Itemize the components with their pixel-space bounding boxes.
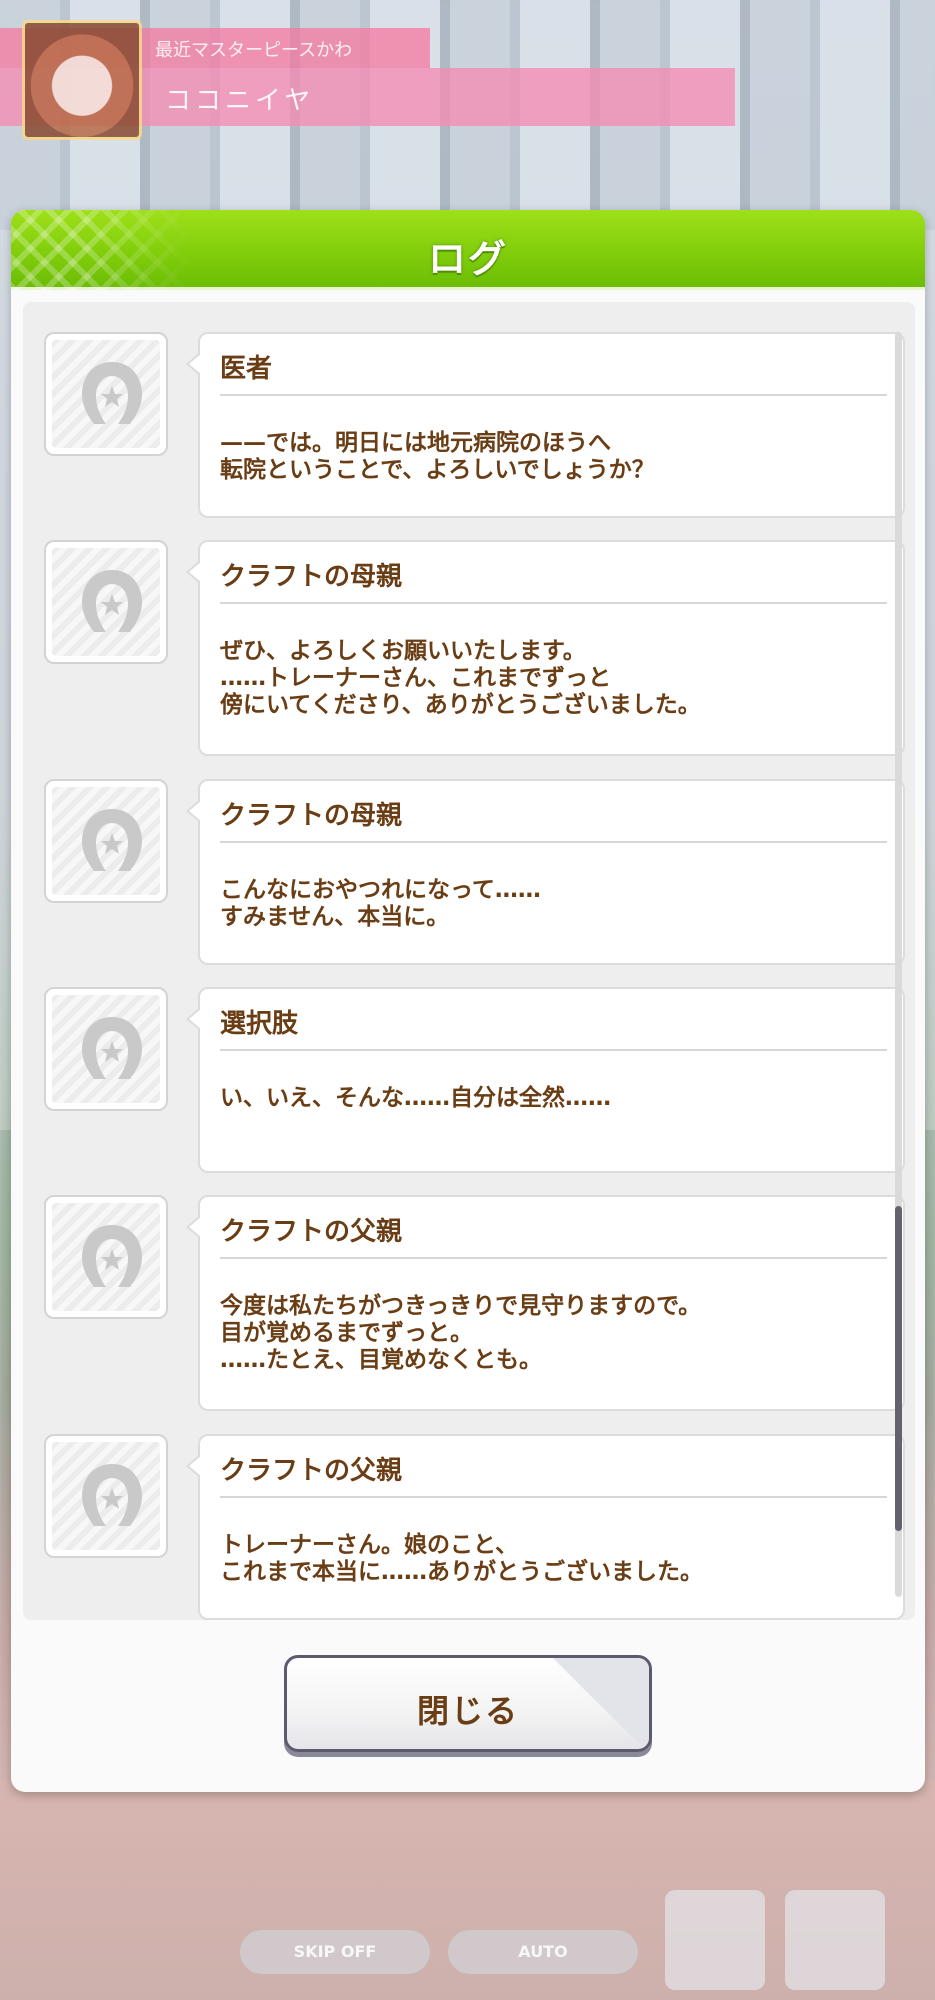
message-text: い、いえ、そんな……自分は全然…… <box>220 1085 611 1111</box>
speaker-name: クラフトの母親 <box>220 801 403 831</box>
banner-subtitle: 最近マスターピースかわ <box>155 40 353 61</box>
message-bubble: クラフトの母親こんなにおやつれになって…… すみません、本当に。 <box>186 779 905 965</box>
speaker-avatar <box>44 987 168 1111</box>
message-bubble: クラフトの母親ぜひ、よろしくお願いいたします。 ……トレーナーさん、これまでずっ… <box>186 540 905 756</box>
speaker-divider <box>220 1257 887 1259</box>
speaker-divider <box>220 1049 887 1051</box>
message-text: ——では。明日には地元病院のほうへ 転院ということで、よろしいでしょうか？ <box>220 430 655 483</box>
close-button[interactable]: 閉じる <box>284 1655 652 1752</box>
avatar-background <box>52 1442 160 1550</box>
log-entry: 選択肢い、いえ、そんな……自分は全然…… <box>23 987 905 1173</box>
message-text: トレーナーさん。娘のこと、 これまで本当に……ありがとうございました。 <box>220 1532 703 1585</box>
horseshoe-placeholder-icon <box>82 362 142 424</box>
log-panel[interactable]: 医者 ——では。明日には地元病院のほうへ 転院ということで、よろしいでしょうか？ ク… <box>23 302 915 1620</box>
log-icon <box>665 1890 765 1990</box>
dialog-header: ログ <box>11 210 925 290</box>
speaker-divider <box>220 841 887 843</box>
message-bubble: クラフトの父親今度は私たちがつきっきりで見守りますので。 目が覚めるまでずっと。… <box>186 1195 905 1411</box>
character-portrait <box>22 20 142 140</box>
log-entry: クラフトの父親今度は私たちがつきっきりで見守りますので。 目が覚めるまでずっと。… <box>23 1195 905 1411</box>
scrollbar-track[interactable] <box>895 332 902 1597</box>
auto-toggle: AUTO <box>448 1930 638 1974</box>
log-entry: クラフトの母親こんなにおやつれになって…… すみません、本当に。 <box>23 779 905 965</box>
avatar-background <box>52 787 160 895</box>
character-banner: 最近マスターピースかわ ココニイヤ <box>0 20 735 140</box>
speaker-name: 医者 <box>220 354 273 384</box>
dialog-title: ログ <box>427 237 508 281</box>
log-entry: クラフトの母親ぜひ、よろしくお願いいたします。 ……トレーナーさん、これまでずっ… <box>23 540 905 756</box>
speaker-divider <box>220 602 887 604</box>
horseshoe-placeholder-icon <box>82 570 142 632</box>
avatar-background <box>52 548 160 656</box>
log-list[interactable]: 医者 ——では。明日には地元病院のほうへ 転院ということで、よろしいでしょうか？ ク… <box>23 302 915 1620</box>
horseshoe-placeholder-icon <box>82 1017 142 1079</box>
skip-toggle: SKIP OFF <box>240 1930 430 1974</box>
log-entry: 医者 ——では。明日には地元病院のほうへ 転院ということで、よろしいでしょうか？ <box>23 332 905 518</box>
speaker-avatar <box>44 1195 168 1319</box>
speaker-avatar <box>44 779 168 903</box>
menu-icon <box>785 1890 885 1990</box>
horseshoe-placeholder-icon <box>82 1225 142 1287</box>
log-entry: クラフトの父親トレーナーさん。娘のこと、 これまで本当に……ありがとうございまし… <box>23 1434 905 1620</box>
speaker-avatar <box>44 332 168 456</box>
speaker-divider <box>220 394 887 396</box>
speaker-name: 選択肢 <box>220 1009 299 1039</box>
speaker-name: クラフトの父親 <box>220 1217 403 1247</box>
horseshoe-placeholder-icon <box>82 809 142 871</box>
banner-character-name: ココニイヤ <box>165 86 315 116</box>
message-text: こんなにおやつれになって…… すみません、本当に。 <box>220 877 541 930</box>
avatar-background <box>52 995 160 1103</box>
speaker-name: クラフトの父親 <box>220 1456 403 1486</box>
speaker-avatar <box>44 540 168 664</box>
speaker-divider <box>220 1496 887 1498</box>
avatar-background <box>52 1203 160 1311</box>
message-text: 今度は私たちがつきっきりで見守りますので。 目が覚めるまでずっと。 ……たとえ、… <box>220 1293 702 1373</box>
log-dialog: ログ 医者 ——では。明日には地元病院のほうへ 転院ということで、よろしいでしょう… <box>11 210 925 1792</box>
horseshoe-placeholder-icon <box>82 1464 142 1526</box>
speaker-name: クラフトの母親 <box>220 562 403 592</box>
message-text: ぜひ、よろしくお願いいたします。 ……トレーナーさん、これまでずっと 傍にいてく… <box>220 638 701 718</box>
message-bubble: クラフトの父親トレーナーさん。娘のこと、 これまで本当に……ありがとうございまし… <box>186 1434 905 1620</box>
message-bubble: 選択肢い、いえ、そんな……自分は全然…… <box>186 987 905 1173</box>
scrollbar-thumb[interactable] <box>895 1206 902 1531</box>
speaker-avatar <box>44 1434 168 1558</box>
avatar-background <box>52 340 160 448</box>
message-bubble: 医者 ——では。明日には地元病院のほうへ 転院ということで、よろしいでしょうか？ <box>186 332 905 518</box>
close-button-label: 閉じる <box>416 1692 519 1730</box>
